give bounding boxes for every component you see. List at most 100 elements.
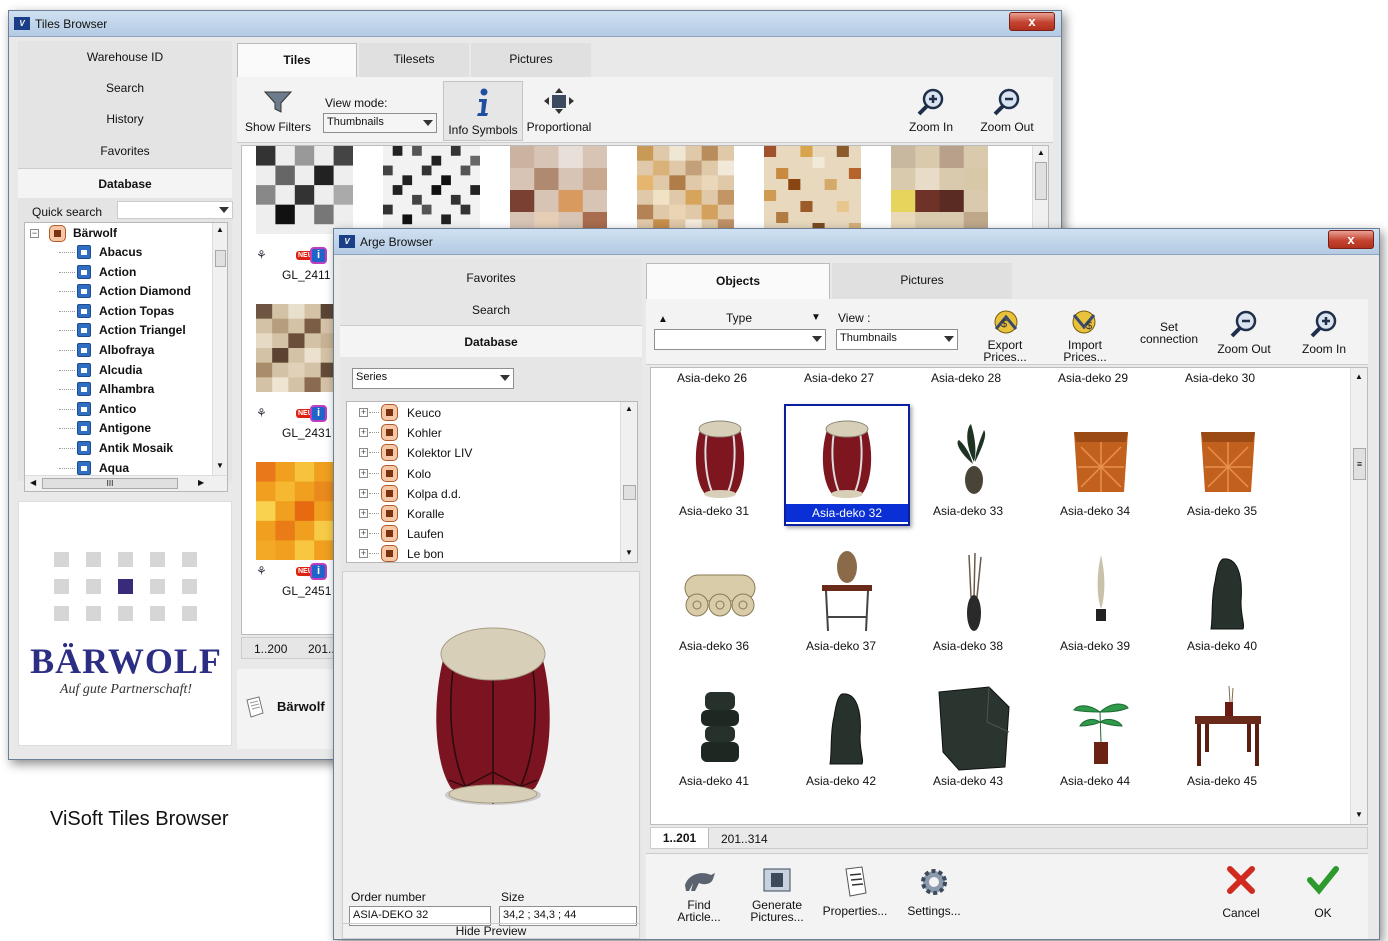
tile-thumbnail[interactable] (891, 146, 988, 234)
collapse-icon[interactable]: − (30, 229, 39, 238)
tree-item[interactable]: Alhambra (25, 380, 211, 399)
page-2[interactable]: 201..314 (721, 832, 768, 846)
tree-item[interactable]: Abacus (25, 243, 211, 262)
proportional-button[interactable]: Proportional (525, 87, 593, 133)
objects-scroll-thumb[interactable]: ≡ (1353, 448, 1366, 480)
chevron-down-icon[interactable] (423, 120, 433, 126)
object-item[interactable]: Asia-deko 39 (1038, 539, 1164, 661)
close-button[interactable]: x (1009, 12, 1055, 31)
object-item[interactable]: Asia-deko 31 (657, 404, 783, 526)
ok-button[interactable]: OK (1296, 865, 1350, 919)
nav-warehouse-id[interactable]: Warehouse ID (18, 50, 232, 64)
tab-tilesets[interactable]: Tilesets (359, 43, 469, 77)
nav-history[interactable]: History (18, 112, 232, 126)
tree-scrollbar[interactable]: ▲ ▼ (620, 402, 637, 562)
object-item[interactable]: Asia-deko 37 (784, 539, 910, 661)
tab-pictures[interactable]: Pictures (832, 263, 1012, 299)
info-symbols-button[interactable]: Info Symbols (443, 81, 523, 141)
sort-descending-icon[interactable]: ▼ (811, 312, 821, 323)
zoom-out-button[interactable]: Zoom Out (1212, 309, 1276, 355)
tab-tiles[interactable]: Tiles (237, 43, 357, 78)
tiles-scroll-thumb[interactable] (1035, 162, 1047, 200)
tile-thumbnail[interactable] (383, 146, 480, 234)
info-icon[interactable]: i (310, 247, 327, 264)
object-item[interactable]: Asia-deko 43 (911, 674, 1037, 796)
tree-item[interactable]: Action (25, 263, 211, 282)
database-heading[interactable]: Database (18, 168, 232, 198)
chevron-down-icon[interactable] (812, 336, 822, 342)
object-item[interactable]: Asia-deko 35 (1165, 404, 1291, 526)
tree-item[interactable]: + Kolo (347, 464, 617, 483)
object-item[interactable]: Asia-deko 41 (657, 674, 783, 796)
generate-pictures-button[interactable]: Generate Pictures... (746, 865, 808, 923)
tree-item[interactable]: + Laufen (347, 524, 617, 543)
zoom-out-button[interactable]: Zoom Out (975, 87, 1039, 133)
expand-icon[interactable]: + (359, 529, 368, 539)
export-prices-button[interactable]: $ Export Prices... (978, 307, 1032, 363)
tree-item[interactable]: + Keuco (347, 403, 617, 422)
tree-item[interactable]: + Kohler (347, 423, 617, 442)
info-icon[interactable]: i (310, 563, 327, 580)
tree-scroll-thumb[interactable] (215, 250, 226, 267)
expand-icon[interactable]: + (359, 549, 368, 559)
view-mode-select[interactable]: Thumbnails (323, 113, 437, 133)
title-bar[interactable]: V Tiles Browser x (9, 11, 1061, 37)
object-item[interactable]: Asia-deko 38 (911, 539, 1037, 661)
expand-icon[interactable]: + (359, 509, 368, 518)
tile-thumbnail[interactable] (256, 146, 353, 234)
tree-scroll-thumb[interactable] (623, 485, 636, 500)
quick-search-input[interactable] (117, 201, 233, 219)
tree-hscroll-thumb[interactable]: III (42, 478, 178, 489)
view-select[interactable]: Thumbnails (836, 329, 958, 350)
close-button[interactable]: x (1328, 230, 1374, 249)
properties-button[interactable]: Properties... (822, 865, 888, 917)
cancel-button[interactable]: Cancel (1214, 865, 1268, 919)
nav-favorites[interactable]: Favorites (18, 144, 232, 158)
objects-scrollbar[interactable]: ▲ ≡ ▼ (1350, 368, 1367, 824)
info-icon[interactable]: i (310, 405, 327, 422)
import-prices-button[interactable]: $ Import Prices... (1058, 307, 1112, 363)
expand-icon[interactable]: + (359, 448, 368, 458)
tree-item[interactable]: Action Topas (25, 302, 211, 321)
tree-item[interactable]: Antik Mosaik (25, 439, 211, 458)
page-1[interactable]: 1..201 (651, 828, 709, 848)
chevron-down-icon[interactable] (219, 207, 229, 213)
tree-hscrollbar[interactable]: ◀ III ▶ (25, 475, 227, 491)
tree-view[interactable]: − Bärwolf Abacus Action Action Diamond Acti… (24, 222, 228, 492)
tab-objects[interactable]: Objects (646, 263, 830, 300)
chevron-down-icon[interactable] (500, 375, 510, 381)
expand-icon[interactable]: + (359, 408, 368, 417)
database-heading[interactable]: Database (340, 325, 642, 357)
object-item[interactable]: Asia-deko 36 (657, 539, 783, 661)
find-article-button[interactable]: Find Article... (670, 865, 728, 923)
object-item[interactable]: Asia-deko 34 (1038, 404, 1164, 526)
tile-thumbnail[interactable] (764, 146, 861, 234)
tree-item[interactable]: Action Triangel (25, 321, 211, 340)
chevron-down-icon[interactable] (944, 336, 954, 342)
hide-preview-button[interactable]: Hide Preview (342, 923, 640, 941)
expand-icon[interactable]: + (359, 488, 368, 498)
object-item[interactable]: Asia-deko 32 (784, 404, 910, 526)
tree-item[interactable]: + Kolpa d.d. (347, 484, 617, 503)
object-item[interactable]: Asia-deko 44 (1038, 674, 1164, 796)
object-item[interactable]: Asia-deko 45 (1165, 674, 1291, 796)
tile-thumbnail[interactable] (637, 146, 734, 234)
tree-item[interactable]: Action Diamond (25, 282, 211, 301)
nav-search[interactable]: Search (18, 81, 232, 95)
show-filters-button[interactable]: Show Filters (243, 89, 313, 133)
tile-thumbnail[interactable] (510, 146, 607, 234)
series-select[interactable]: Series (352, 368, 514, 389)
tree-view[interactable]: + Keuco + Kohler + Kolektor LIV + Kolo + Kolpa d.… (346, 401, 638, 563)
tree-item[interactable]: + Le bon (347, 544, 617, 562)
tree-item[interactable]: + Kolektor LIV (347, 443, 617, 462)
tree-scrollbar[interactable]: ▲ ▼ (212, 223, 227, 475)
tree-item[interactable]: + Koralle (347, 504, 617, 523)
zoom-in-button[interactable]: Zoom In (1292, 309, 1356, 355)
settings-button[interactable]: Settings... (902, 865, 966, 917)
object-item[interactable]: Asia-deko 40 (1165, 539, 1291, 661)
object-item[interactable]: Asia-deko 42 (784, 674, 910, 796)
expand-icon[interactable]: + (359, 428, 368, 438)
type-select[interactable] (654, 329, 826, 350)
tree-item[interactable]: Albofraya (25, 341, 211, 360)
tree-item[interactable]: Antico (25, 400, 211, 419)
